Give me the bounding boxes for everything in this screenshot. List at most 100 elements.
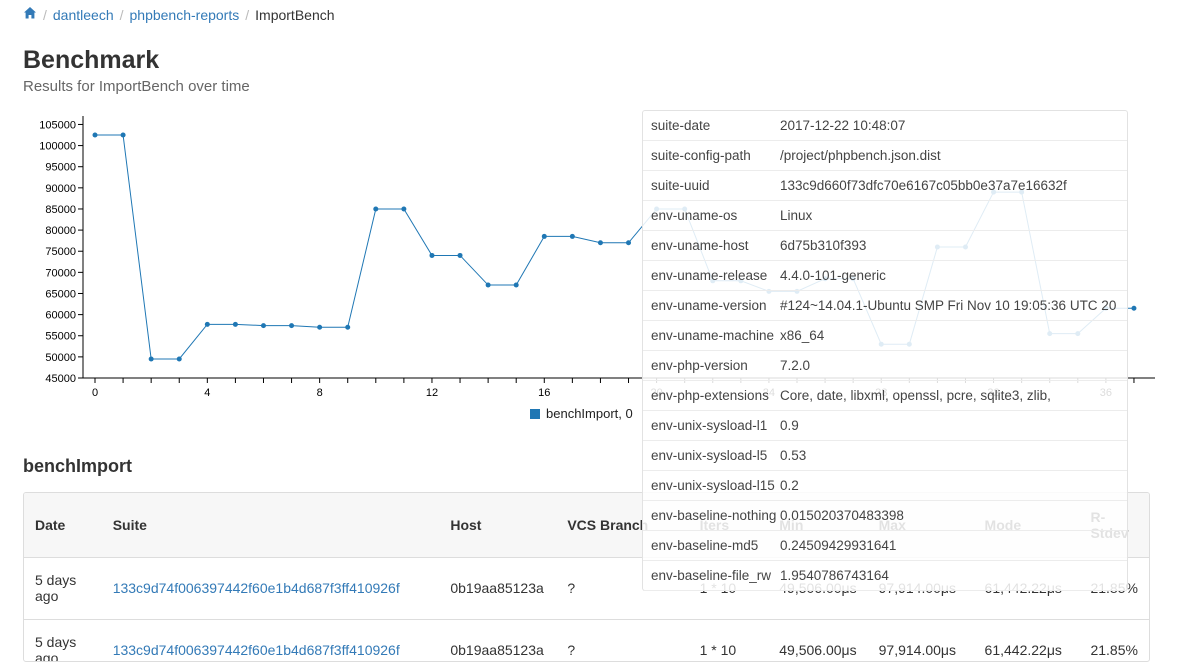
env-row: env-baseline-file_rw 1.9540786743164 xyxy=(643,561,1127,591)
legend-label: benchImport, 0 xyxy=(546,406,633,421)
y-tick-label: 105000 xyxy=(39,119,76,131)
data-point xyxy=(401,206,407,212)
table-cell: 97,914.00μs xyxy=(867,619,974,661)
env-row: env-baseline-md5 0.24509429931641 xyxy=(643,531,1127,561)
x-tick-label: 8 xyxy=(317,387,323,399)
env-row: env-unix-sysload-l1 0.9 xyxy=(643,411,1127,441)
env-value: 0.53 xyxy=(780,448,807,463)
data-point xyxy=(176,356,182,362)
home-icon xyxy=(24,7,36,19)
y-tick-label: 80000 xyxy=(45,225,76,237)
env-key: env-uname-release xyxy=(651,268,768,283)
suite-link[interactable]: 133c9d74f006397442f60e1b4d687f3ff410926f xyxy=(113,642,400,658)
y-tick-label: 85000 xyxy=(45,204,76,216)
suite-link[interactable]: 133c9d74f006397442f60e1b4d687f3ff410926f xyxy=(113,580,400,596)
env-row: env-uname-release 4.4.0-101-generic xyxy=(643,261,1127,291)
x-tick-label: 4 xyxy=(204,387,210,399)
y-tick-label: 90000 xyxy=(45,183,76,195)
data-point xyxy=(485,282,491,288)
breadcrumb-separator: / xyxy=(245,6,250,23)
env-key: env-php-version xyxy=(651,358,748,373)
env-key: env-unix-sysload-l15 xyxy=(651,478,775,493)
data-point xyxy=(345,324,351,330)
x-tick-label: 12 xyxy=(426,387,438,399)
y-tick-label: 70000 xyxy=(45,267,76,279)
env-value: 0.015020370483398 xyxy=(780,508,904,523)
breadcrumb-separator: / xyxy=(43,6,47,23)
env-value: 2017-12-22 10:48:07 xyxy=(780,118,906,133)
env-key: env-uname-host xyxy=(651,238,749,253)
column-header[interactable]: Suite xyxy=(101,493,440,558)
y-tick-label: 75000 xyxy=(45,246,76,258)
table-cell: 0b19aa85123a xyxy=(439,619,557,661)
legend-swatch xyxy=(530,408,540,419)
env-key: env-baseline-nothing xyxy=(651,508,777,523)
breadcrumb-current: ImportBench xyxy=(255,6,335,23)
env-value: 1.9540786743164 xyxy=(780,568,889,583)
table-cell: 5 days ago xyxy=(24,557,102,620)
env-key: env-php-extensions xyxy=(651,388,769,403)
env-key: env-uname-os xyxy=(651,208,738,223)
env-tooltip: suite-date 2017-12-22 10:48:07 suite-confi… xyxy=(642,110,1128,591)
chart-legend[interactable]: benchImport, 0 xyxy=(530,406,633,421)
data-point xyxy=(626,240,632,246)
env-key: env-baseline-md5 xyxy=(651,538,759,553)
env-key: suite-uuid xyxy=(651,178,710,193)
x-tick-label: 16 xyxy=(538,387,550,399)
data-point xyxy=(260,323,266,329)
env-value: 4.4.0-101-generic xyxy=(780,268,886,283)
data-point xyxy=(457,252,463,258)
env-key: env-uname-machine xyxy=(651,328,775,343)
env-row: env-unix-sysload-l15 0.2 xyxy=(643,471,1127,501)
data-point xyxy=(373,206,379,212)
column-header[interactable]: Date xyxy=(24,493,102,558)
y-tick-label: 55000 xyxy=(45,331,76,343)
env-value: 6d75b310f393 xyxy=(780,238,867,253)
breadcrumb-item-repo[interactable]: phpbench-reports xyxy=(130,7,240,23)
data-point xyxy=(317,324,323,330)
env-key: suite-date xyxy=(651,118,711,133)
data-point xyxy=(569,233,575,239)
env-row: env-baseline-nothing 0.015020370483398 xyxy=(643,501,1127,531)
column-header[interactable]: Host xyxy=(439,493,557,558)
data-point xyxy=(541,233,547,239)
y-tick-label: 60000 xyxy=(45,310,76,322)
breadcrumb-separator: / xyxy=(119,6,124,23)
page-subtitle: Results for ImportBench over time xyxy=(23,78,250,95)
home-link[interactable] xyxy=(23,6,37,23)
env-row: suite-date 2017-12-22 10:48:07 xyxy=(643,111,1127,141)
data-point xyxy=(232,321,238,327)
table-cell: 21.85% xyxy=(1079,619,1149,661)
env-value: 133c9d660f73dfc70e6167c05bb0e37a7e16632f xyxy=(780,178,1067,193)
env-value: 7.2.0 xyxy=(780,358,811,373)
y-tick-label: 100000 xyxy=(39,141,76,153)
env-row: env-php-extensions Core, date, libxml, op… xyxy=(643,381,1127,411)
data-point xyxy=(92,132,98,138)
breadcrumb-item-owner[interactable]: dantleech xyxy=(53,7,114,23)
data-point xyxy=(289,323,295,329)
env-key: env-unix-sysload-l5 xyxy=(651,448,768,463)
env-key: env-baseline-file_rw xyxy=(651,568,772,583)
y-tick-label: 65000 xyxy=(45,288,76,300)
data-point xyxy=(120,132,126,138)
env-row: suite-uuid 133c9d660f73dfc70e6167c05bb0e3… xyxy=(643,171,1127,201)
env-value: #124~14.04.1-Ubuntu SMP Fri Nov 10 19:05… xyxy=(780,298,1117,313)
data-point xyxy=(148,356,154,362)
data-point xyxy=(204,321,210,327)
table-cell: 0b19aa85123a xyxy=(439,557,557,620)
env-row: suite-config-path/project/phpbench.json.… xyxy=(643,141,1127,171)
env-key: suite-config-path xyxy=(651,148,751,163)
env-value: Core, date, libxml, openssl, pcre, sqlit… xyxy=(780,388,1051,403)
env-value: 0.9 xyxy=(780,418,799,433)
page-title: Benchmark xyxy=(23,46,160,74)
y-tick-label: 95000 xyxy=(45,162,76,174)
env-value: 0.2 xyxy=(780,478,799,493)
env-row: env-uname-os Linux xyxy=(643,201,1127,231)
data-point xyxy=(597,240,603,246)
table-cell: ? xyxy=(556,619,689,661)
y-tick-label: 45000 xyxy=(45,373,76,385)
table-row: 5 days ago 133c9d74f006397442f60e1b4d687f… xyxy=(24,619,1149,661)
table-cell: 5 days ago xyxy=(24,619,102,661)
table-cell: 1 * 10 xyxy=(688,619,769,661)
table-cell: 61,442.22μs xyxy=(973,619,1080,661)
